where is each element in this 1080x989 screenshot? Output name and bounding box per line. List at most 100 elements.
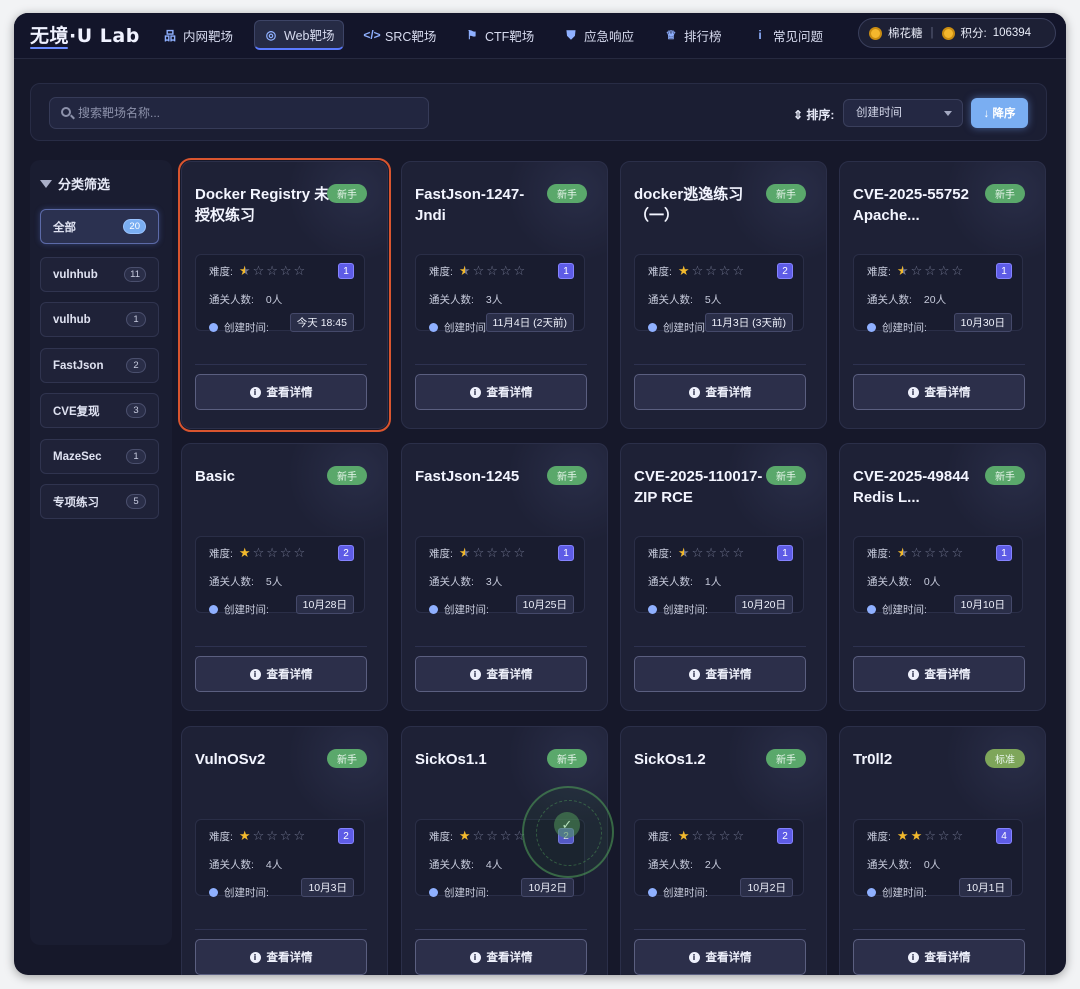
difficulty-row: 难度: ★ ☆ ☆ ☆ ☆ bbox=[209, 546, 305, 561]
created-label: 创建时间: bbox=[444, 322, 489, 334]
card-divider bbox=[195, 646, 367, 647]
count-badge: 20 bbox=[123, 219, 146, 234]
lab-card[interactable]: Tr0ll2 标准 难度: ★ ★ ☆ ☆ ☆ 4 通关人数: 0人 创建时间: 10月1日 i 查看详情 bbox=[839, 726, 1046, 975]
view-details-button[interactable]: i 查看详情 bbox=[415, 374, 587, 410]
lab-title[interactable]: FastJson-1245 bbox=[415, 466, 550, 487]
difficulty-level-badge: 2 bbox=[338, 545, 354, 561]
view-details-button[interactable]: i 查看详情 bbox=[195, 656, 367, 692]
sidebar-title-text: 分类筛选 bbox=[58, 177, 111, 192]
passed-count: 20人 bbox=[923, 294, 947, 306]
lab-title[interactable]: Basic bbox=[195, 466, 330, 487]
sidebar-item-label: CVE复现 bbox=[53, 405, 100, 418]
star-icon: ☆ bbox=[732, 829, 745, 844]
lab-info-panel: 难度: ★ ★ ☆ ☆ ☆ 4 通关人数: 0人 创建时间: 10月1日 bbox=[853, 819, 1023, 899]
sort-select[interactable]: 创建时间 bbox=[843, 99, 963, 127]
lab-card[interactable]: CVE-2025-110017-ZIP RCE 新手 难度: ★ ☆ ☆ ☆ ☆ 1 通关人数: 1… bbox=[620, 443, 827, 711]
view-details-button[interactable]: i 查看详情 bbox=[195, 374, 367, 410]
nav-item-5[interactable]: ♕ 排行榜 bbox=[655, 20, 731, 50]
star-icon: ☆ bbox=[472, 829, 485, 844]
view-details-button[interactable]: i 查看详情 bbox=[853, 656, 1025, 692]
sidebar-item-0[interactable]: 全部 20 bbox=[40, 209, 159, 244]
lab-info-panel: 难度: ★ ☆ ☆ ☆ ☆ 2 通关人数: 4人 创建时间: 10月3日 bbox=[195, 819, 365, 899]
lab-card[interactable]: SickOs1.2 新手 难度: ★ ☆ ☆ ☆ ☆ 2 通关人数: 2人 创建时间: 10月2日 i 查看… bbox=[620, 726, 827, 975]
lab-card[interactable]: CVE-2025-55752 Apache... 新手 难度: ★ ☆ ☆ ☆ ☆ 1 通关人数:… bbox=[839, 161, 1046, 429]
user-info[interactable]: 棉花糖 | 积分: 106394 bbox=[858, 18, 1056, 48]
passed-count: 0人 bbox=[923, 859, 941, 871]
lab-card[interactable]: VulnOSv2 新手 难度: ★ ☆ ☆ ☆ ☆ 2 通关人数: 4人 创建时间: 10月3日 i 查看详… bbox=[181, 726, 388, 975]
star-icon: ☆ bbox=[266, 546, 278, 561]
lab-title[interactable]: CVE-2025-110017-ZIP RCE bbox=[634, 466, 769, 508]
lab-card[interactable]: Basic 新手 难度: ★ ☆ ☆ ☆ ☆ 2 通关人数: 5人 创建时间: 10月28日 i 查看详情 bbox=[181, 443, 388, 711]
nav-item-6[interactable]: i 常见问题 bbox=[744, 20, 832, 50]
info-icon: i bbox=[688, 951, 700, 963]
lab-title[interactable]: Docker Registry 未授权练习 bbox=[195, 184, 330, 226]
created-label: 创建时间: bbox=[882, 322, 927, 334]
view-details-button[interactable]: i 查看详情 bbox=[195, 939, 367, 975]
sidebar-item-1[interactable]: vulnhub 11 bbox=[40, 257, 159, 292]
view-details-button[interactable]: i 查看详情 bbox=[415, 656, 587, 692]
lab-title[interactable]: SickOs1.1 bbox=[415, 749, 550, 770]
lab-title[interactable]: FastJson-1247-Jndi bbox=[415, 184, 550, 226]
star-icon: ☆ bbox=[279, 546, 292, 561]
sidebar-item-5[interactable]: MazeSec 1 bbox=[40, 439, 159, 474]
view-details-button[interactable]: i 查看详情 bbox=[634, 374, 806, 410]
card-divider bbox=[415, 929, 587, 930]
lab-card[interactable]: SickOs1.1 新手 难度: ★ ☆ ☆ ☆ ☆ 2 通关人数: 4人 创建时间: 10月2日 i 查看… bbox=[401, 726, 608, 975]
star-icon: ☆ bbox=[499, 264, 512, 279]
lab-card[interactable]: CVE-2025-49844 Redis L... 新手 难度: ★ ☆ ☆ ☆ ☆ 1 通关人数… bbox=[839, 443, 1046, 711]
lab-title[interactable]: Tr0ll2 bbox=[853, 749, 988, 770]
username: 棉花糖 bbox=[888, 28, 923, 40]
difficulty-row: 难度: ★ ☆ ☆ ☆ ☆ bbox=[429, 546, 525, 561]
sidebar-item-6[interactable]: 专项练习 5 bbox=[40, 484, 159, 519]
lab-card[interactable]: docker逃逸练习（一） 新手 难度: ★ ☆ ☆ ☆ ☆ 2 通关人数: 5人 创建时间: 11月3… bbox=[620, 161, 827, 429]
info-icon: i bbox=[907, 951, 919, 963]
lab-title[interactable]: VulnOSv2 bbox=[195, 749, 330, 770]
search-input[interactable]: 搜索靶场名称... bbox=[49, 97, 429, 129]
lab-card[interactable]: Docker Registry 未授权练习 新手 难度: ★ ☆ ☆ ☆ ☆ 1 通关人数: 0人创… bbox=[178, 158, 391, 432]
difficulty-stars: ★ ☆ ☆ ☆ ☆ bbox=[459, 264, 525, 279]
lab-card[interactable]: FastJson-1245 新手 难度: ★ ☆ ☆ ☆ ☆ 1 通关人数: 3人 创建时间: 10月2… bbox=[401, 443, 608, 711]
view-details-button[interactable]: i 查看详情 bbox=[634, 656, 806, 692]
difficulty-label: 难度: bbox=[648, 831, 672, 843]
nav-item-0[interactable]: 品内网靶场 bbox=[154, 20, 242, 50]
created-label: 创建时间: bbox=[224, 322, 269, 334]
app-logo[interactable]: 无境·U Lab bbox=[30, 21, 140, 48]
lab-title[interactable]: CVE-2025-49844 Redis L... bbox=[853, 466, 988, 508]
passed-count: 0人 bbox=[923, 576, 941, 588]
created-row: 创建时间: bbox=[429, 602, 489, 617]
star-icon: ★ bbox=[896, 546, 909, 561]
created-label: 创建时间: bbox=[663, 887, 708, 899]
count-badge: 1 bbox=[126, 449, 146, 464]
clock-icon bbox=[209, 888, 218, 897]
star-icon: ★ bbox=[458, 546, 471, 561]
lab-title[interactable]: SickOs1.2 bbox=[634, 749, 769, 770]
passed-count: 4人 bbox=[485, 859, 503, 871]
view-details-button[interactable]: i 查看详情 bbox=[634, 939, 806, 975]
sidebar-item-2[interactable]: vulhub 1 bbox=[40, 302, 159, 337]
passed-count: 3人 bbox=[485, 576, 503, 588]
view-details-button[interactable]: i 查看详情 bbox=[853, 939, 1025, 975]
sort-order-button[interactable]: ↓ 降序 bbox=[971, 98, 1028, 128]
nav-item-2[interactable]: </> SRC靶场 bbox=[356, 20, 445, 50]
level-tag: 新手 bbox=[327, 466, 367, 485]
star-icon: ☆ bbox=[252, 264, 265, 279]
star-icon: ☆ bbox=[513, 546, 526, 561]
view-details-button[interactable]: i 查看详情 bbox=[415, 939, 587, 975]
sidebar-item-4[interactable]: CVE复现 3 bbox=[40, 393, 159, 428]
nav-item-3[interactable]: ⚑ CTF靶场 bbox=[456, 20, 543, 50]
nav-item-4[interactable]: ⛊ 应急响应 bbox=[555, 20, 643, 50]
view-details-button[interactable]: i 查看详情 bbox=[853, 374, 1025, 410]
star-icon: ☆ bbox=[718, 829, 731, 844]
passed-row: 通关人数: 0人 bbox=[867, 857, 940, 872]
difficulty-label: 难度: bbox=[209, 831, 233, 843]
nav-item-1[interactable]: ◎ Web靶场 bbox=[254, 20, 345, 50]
lab-card[interactable]: FastJson-1247-Jndi 新手 难度: ★ ☆ ☆ ☆ ☆ 1 通关人数: 3人 创建时间… bbox=[401, 161, 608, 429]
lab-title[interactable]: CVE-2025-55752 Apache... bbox=[853, 184, 988, 226]
lab-title[interactable]: docker逃逸练习（一） bbox=[634, 184, 769, 226]
star-icon: ☆ bbox=[252, 829, 265, 844]
clock-icon bbox=[429, 888, 438, 897]
star-icon: ☆ bbox=[924, 829, 936, 844]
sidebar-item-3[interactable]: FastJson 2 bbox=[40, 348, 159, 383]
difficulty-row: 难度: ★ ☆ ☆ ☆ ☆ bbox=[648, 829, 744, 844]
created-label: 创建时间: bbox=[882, 604, 927, 616]
